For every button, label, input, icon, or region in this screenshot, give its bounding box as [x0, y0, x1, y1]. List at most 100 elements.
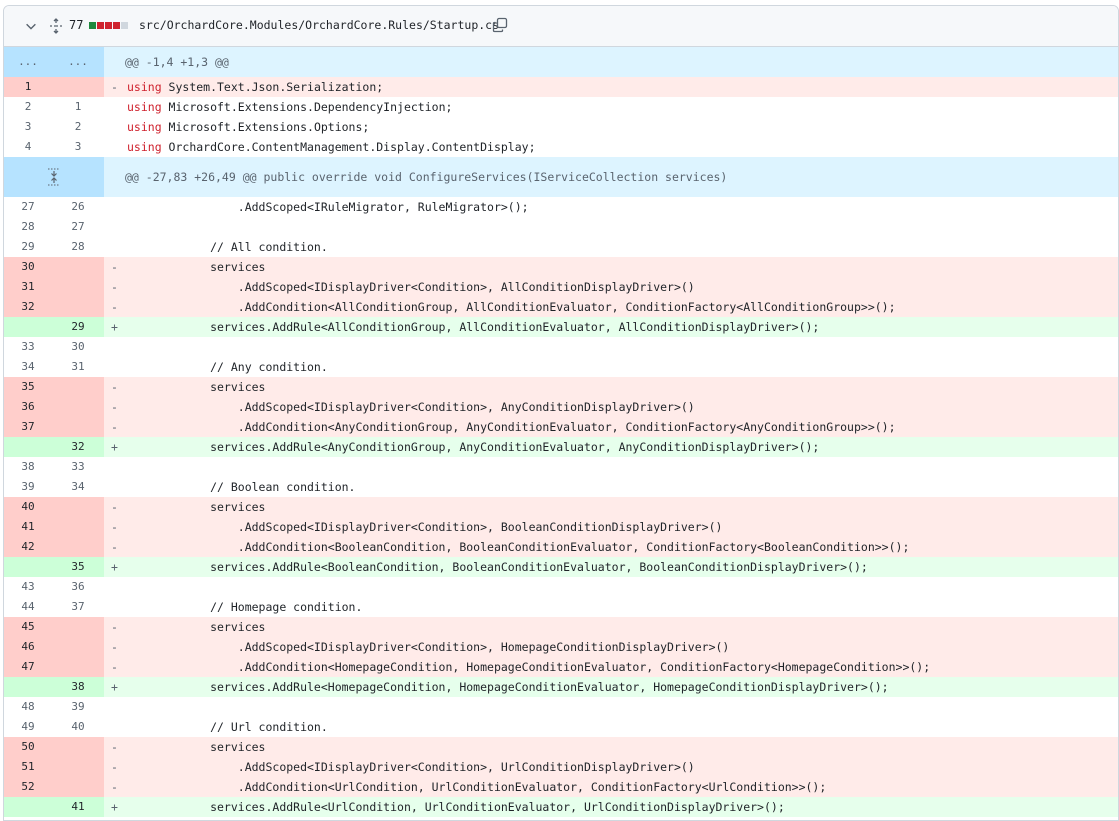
old-line-number[interactable] — [4, 677, 52, 697]
diff-marker — [104, 457, 125, 477]
new-line-number[interactable] — [52, 77, 104, 97]
new-line-number[interactable]: 41 — [52, 797, 104, 817]
unfold-icon[interactable] — [48, 18, 64, 34]
new-line-number[interactable] — [52, 657, 104, 677]
old-line-number[interactable]: 44 — [4, 597, 52, 617]
old-line-number[interactable]: 38 — [4, 457, 52, 477]
old-line-number[interactable]: 2 — [4, 97, 52, 117]
diff-marker — [104, 137, 125, 157]
chevron-down-icon[interactable] — [24, 19, 38, 33]
new-line-number[interactable]: 35 — [52, 557, 104, 577]
old-line-number[interactable]: 43 — [4, 577, 52, 597]
expand-up-old[interactable]: ... — [4, 47, 52, 77]
new-line-number[interactable]: 33 — [52, 457, 104, 477]
old-line-number[interactable]: 52 — [4, 777, 52, 797]
old-line-number[interactable]: 3 — [4, 117, 52, 137]
old-line-number[interactable]: 28 — [4, 217, 52, 237]
code-line: .AddCondition<UrlCondition, UrlCondition… — [125, 777, 1118, 797]
diffstat-box-del — [97, 22, 104, 29]
diff-marker: + — [111, 800, 118, 814]
diffstat-bar — [89, 22, 128, 29]
new-line-number[interactable] — [52, 397, 104, 417]
old-line-number[interactable]: 36 — [4, 397, 52, 417]
old-line-number[interactable]: 50 — [4, 737, 52, 757]
old-line-number[interactable]: 35 — [4, 377, 52, 397]
code-text: services.AddRule<AllConditionGroup, AllC… — [127, 320, 820, 334]
new-line-number[interactable] — [52, 497, 104, 517]
new-line-number[interactable]: 38 — [52, 677, 104, 697]
old-line-number[interactable]: 29 — [4, 237, 52, 257]
diff-marker: - — [111, 540, 118, 554]
old-line-number[interactable]: 41 — [4, 517, 52, 537]
new-line-number[interactable] — [52, 517, 104, 537]
new-line-number[interactable]: 27 — [52, 217, 104, 237]
old-line-number[interactable]: 49 — [4, 717, 52, 737]
new-line-number[interactable] — [52, 417, 104, 437]
diff-line-del: 41 - .AddScoped<IDisplayDriver<Condition>… — [4, 517, 1118, 537]
old-line-number[interactable] — [4, 557, 52, 577]
code-text: // Any condition. — [127, 360, 328, 374]
old-line-number[interactable]: 48 — [4, 697, 52, 717]
new-line-number[interactable]: 1 — [52, 97, 104, 117]
old-line-number[interactable] — [4, 317, 52, 337]
old-line-number[interactable]: 47 — [4, 657, 52, 677]
code-text: // Boolean condition. — [127, 480, 356, 494]
old-line-number[interactable]: 32 — [4, 297, 52, 317]
diff-line-del: 46 - .AddScoped<IDisplayDriver<Condition>… — [4, 637, 1118, 657]
old-line-number[interactable]: 37 — [4, 417, 52, 437]
old-line-number[interactable]: 30 — [4, 257, 52, 277]
old-line-number[interactable]: 33 — [4, 337, 52, 357]
old-line-number[interactable]: 34 — [4, 357, 52, 377]
new-line-number[interactable] — [52, 757, 104, 777]
expand-lines-button[interactable] — [4, 157, 104, 197]
expand-icon[interactable] — [4, 157, 104, 197]
new-line-number[interactable]: 34 — [52, 477, 104, 497]
old-line-number[interactable]: 46 — [4, 637, 52, 657]
old-line-number[interactable]: 4 — [4, 137, 52, 157]
new-line-number[interactable]: 39 — [52, 697, 104, 717]
code-line: services.AddRule<UrlCondition, UrlCondit… — [125, 797, 1118, 817]
code-text: .AddScoped<IDisplayDriver<Condition>, Bo… — [127, 520, 723, 534]
new-line-number[interactable]: 26 — [52, 197, 104, 217]
old-line-number[interactable]: 51 — [4, 757, 52, 777]
new-line-number[interactable]: 28 — [52, 237, 104, 257]
new-line-number[interactable] — [52, 277, 104, 297]
new-line-number[interactable]: 31 — [52, 357, 104, 377]
expand-up-new[interactable]: ... — [52, 47, 104, 77]
old-line-number[interactable]: 42 — [4, 537, 52, 557]
new-line-number[interactable]: 37 — [52, 597, 104, 617]
new-line-number[interactable]: 2 — [52, 117, 104, 137]
old-line-number[interactable] — [4, 437, 52, 457]
old-line-number[interactable]: 31 — [4, 277, 52, 297]
new-line-number[interactable] — [52, 257, 104, 277]
old-line-number[interactable]: 40 — [4, 497, 52, 517]
new-line-number[interactable] — [52, 737, 104, 757]
diff-line-del: 52 - .AddCondition<UrlCondition, UrlCondi… — [4, 777, 1118, 797]
new-line-number[interactable] — [52, 637, 104, 657]
new-line-number[interactable]: 40 — [52, 717, 104, 737]
code-text: // All condition. — [127, 240, 328, 254]
new-line-number[interactable] — [52, 617, 104, 637]
copy-icon[interactable] — [492, 17, 508, 33]
new-line-number[interactable]: 36 — [52, 577, 104, 597]
new-line-number[interactable]: 30 — [52, 337, 104, 357]
new-line-number[interactable]: 29 — [52, 317, 104, 337]
new-line-number[interactable] — [52, 297, 104, 317]
old-line-number[interactable] — [4, 797, 52, 817]
new-line-number[interactable]: 32 — [52, 437, 104, 457]
code-line: services — [125, 257, 1118, 277]
new-line-number[interactable] — [52, 537, 104, 557]
new-line-number[interactable] — [52, 377, 104, 397]
old-line-number[interactable]: 1 — [4, 77, 52, 97]
code-text: services.AddRule<UrlCondition, UrlCondit… — [127, 800, 785, 814]
old-line-number[interactable]: 27 — [4, 197, 52, 217]
code-text: services.AddRule<BooleanCondition, Boole… — [127, 560, 868, 574]
diff-line-ctx: 3 2 using Microsoft.Extensions.Options; — [4, 117, 1118, 137]
old-line-number[interactable]: 39 — [4, 477, 52, 497]
old-line-number[interactable]: 45 — [4, 617, 52, 637]
file-path[interactable]: src/OrchardCore.Modules/OrchardCore.Rule… — [139, 18, 499, 32]
new-line-number[interactable]: 3 — [52, 137, 104, 157]
new-line-number[interactable] — [52, 777, 104, 797]
code-text: services — [127, 380, 266, 394]
